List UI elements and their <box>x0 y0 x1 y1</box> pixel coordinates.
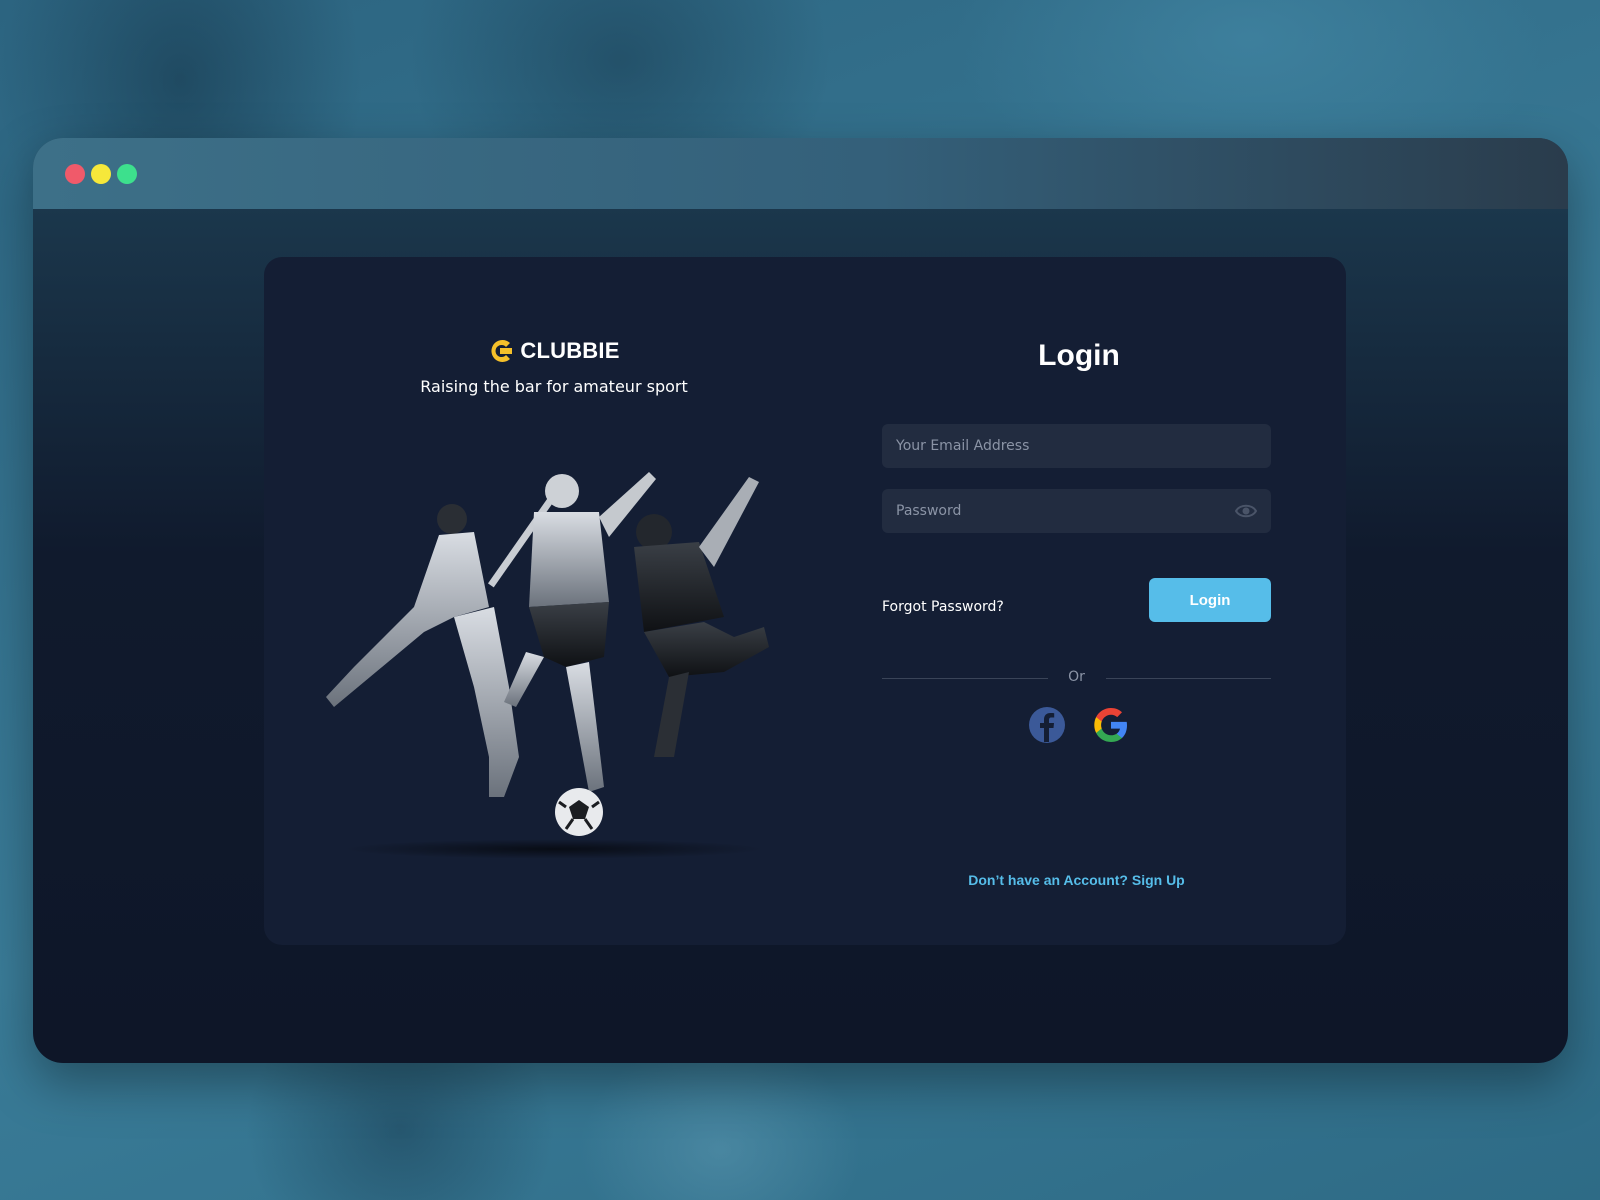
signup-link[interactable]: Don’t have an Account? Sign Up <box>882 872 1271 888</box>
eye-icon[interactable] <box>1234 500 1258 522</box>
forgot-password-link[interactable]: Forgot Password? <box>882 599 1004 615</box>
female-footballer-figure <box>634 477 769 757</box>
minimize-window-button[interactable] <box>91 164 111 184</box>
divider-label: Or <box>1068 669 1085 685</box>
password-input[interactable] <box>896 503 1235 519</box>
divider-line-right <box>1106 678 1271 679</box>
brand-tagline: Raising the bar for amateur sport <box>420 377 688 396</box>
close-window-button[interactable] <box>65 164 85 184</box>
google-icon[interactable] <box>1092 706 1130 744</box>
brand-block: CLUBBIE Raising the bar for amateur spor… <box>264 337 844 396</box>
footballer-figure <box>504 472 656 792</box>
hero-floor-shadow <box>264 839 854 869</box>
password-field-wrapper <box>882 489 1271 533</box>
brand-name: CLUBBIE <box>520 338 620 363</box>
or-divider: Or <box>882 669 1271 689</box>
window-titlebar <box>33 138 1568 209</box>
email-input[interactable] <box>896 438 1257 454</box>
brand-logo: CLUBBIE <box>488 337 619 365</box>
athletes-collage-image <box>304 457 844 867</box>
login-button[interactable]: Login <box>1149 578 1271 622</box>
clubbie-c-logo-icon <box>488 337 516 365</box>
login-card: CLUBBIE Raising the bar for amateur spor… <box>264 257 1346 945</box>
app-window: CLUBBIE Raising the bar for amateur spor… <box>33 138 1568 1063</box>
maximize-window-button[interactable] <box>117 164 137 184</box>
login-title: Login <box>1038 339 1120 372</box>
cricketer-figure <box>326 493 557 797</box>
soccer-ball <box>555 788 603 836</box>
email-field-wrapper <box>882 424 1271 468</box>
facebook-icon[interactable] <box>1028 706 1066 744</box>
